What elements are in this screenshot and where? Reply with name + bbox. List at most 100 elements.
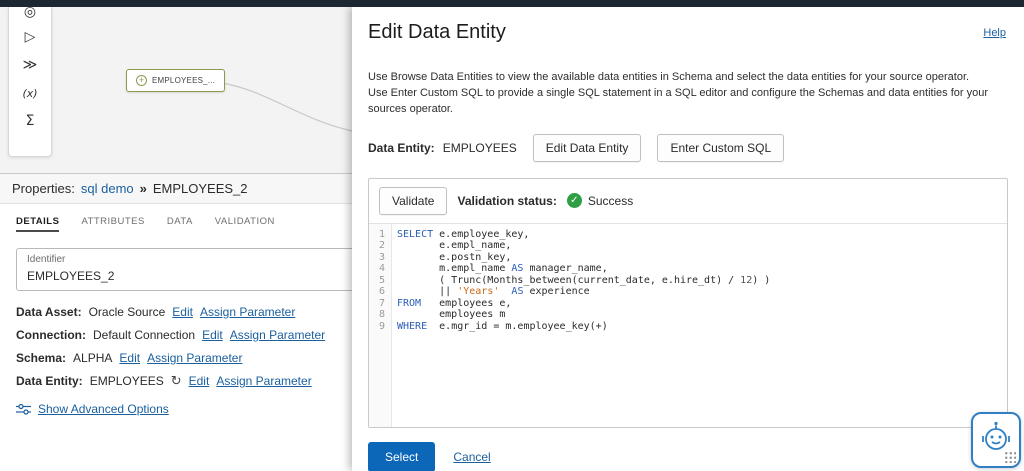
select-button[interactable]: Select: [368, 441, 436, 471]
split-icon[interactable]: ≫: [9, 51, 51, 79]
enter-custom-sql-button[interactable]: Enter Custom SQL: [657, 133, 785, 162]
edit-link[interactable]: Edit: [172, 305, 193, 319]
data-entity-selector-row: Data Entity: EMPLOYEES Edit Data Entity …: [368, 133, 1008, 162]
tab-data[interactable]: DATA: [167, 216, 193, 232]
field-value: Oracle Source: [88, 305, 166, 319]
assign-parameter-link[interactable]: Assign Parameter: [230, 328, 325, 342]
data-entity-value: EMPLOYEES: [442, 140, 517, 155]
operator-palette: ◎ ▷ ≫ (x) Σ: [8, 7, 52, 157]
tab-attributes[interactable]: ATTRIBUTES: [81, 216, 144, 232]
sql-line: 3 e.postn_key,: [369, 252, 1007, 264]
schema-row: Schema: ALPHA Edit Assign Parameter: [0, 351, 352, 365]
properties-title: Properties:: [12, 181, 75, 196]
properties-tabs: DETAILS ATTRIBUTES DATA VALIDATION: [0, 204, 352, 240]
tab-validation[interactable]: VALIDATION: [215, 216, 275, 232]
help-link[interactable]: Help: [983, 27, 1006, 39]
data-entity-label: Data Entity:: [368, 140, 435, 155]
assistant-fab[interactable]: [971, 412, 1021, 468]
assign-parameter-link[interactable]: Assign Parameter: [200, 305, 295, 319]
line-number: 6: [378, 286, 385, 298]
data-entity-row: Data Entity: EMPLOYEES ↻ Edit Assign Par…: [0, 374, 352, 388]
sliders-icon: [16, 403, 31, 415]
validate-button[interactable]: Validate: [379, 186, 448, 215]
field-value: EMPLOYEES: [89, 374, 164, 388]
cancel-link[interactable]: Cancel: [453, 450, 490, 464]
sql-code: m.empl_name AS manager_name,: [397, 263, 608, 275]
expression-icon[interactable]: (x): [9, 79, 51, 107]
field-label: Data Entity:: [16, 374, 83, 388]
validation-toolbar: Validate Validation status: ✓ Success: [369, 179, 1007, 223]
edit-link[interactable]: Edit: [202, 328, 223, 342]
field-label: Schema:: [16, 351, 67, 365]
properties-panel: Properties: sql demo » EMPLOYEES_2 DETAI…: [0, 173, 386, 471]
sql-code: ( Trunc(Months_between(current_date, e.h…: [397, 274, 771, 286]
sql-code: FROM employees e,: [397, 297, 512, 309]
line-number: 1: [378, 228, 385, 240]
assign-parameter-link[interactable]: Assign Parameter: [216, 374, 311, 388]
sql-code: || 'Years' AS experience: [397, 286, 590, 298]
drag-dots-icon: [1003, 450, 1016, 463]
identifier-label: Identifier: [27, 254, 66, 265]
run-icon[interactable]: ▷: [9, 23, 51, 51]
drawer-footer: Select Cancel: [368, 441, 1008, 471]
breadcrumb-node: EMPLOYEES_2: [152, 181, 248, 196]
identifier-value: EMPLOYEES_2: [27, 269, 115, 283]
line-number: 4: [378, 263, 385, 275]
line-number: 2: [378, 240, 385, 252]
aggregate-icon[interactable]: Σ: [9, 107, 51, 135]
properties-header: Properties: sql demo » EMPLOYEES_2: [0, 174, 352, 204]
sql-line: 8 employees m: [369, 309, 1007, 321]
sql-line: 7 FROM employees e,: [369, 298, 1007, 310]
tab-details[interactable]: DETAILS: [16, 216, 60, 232]
data-asset-row: Data Asset: Oracle Source Edit Assign Pa…: [0, 305, 352, 319]
sql-code: e.postn_key,: [397, 251, 512, 263]
field-label: Data Asset:: [16, 305, 82, 319]
sql-code: SELECT e.employee_key,: [397, 228, 530, 240]
connection-row: Connection: Default Connection Edit Assi…: [0, 328, 352, 342]
description-line: Use Enter Custom SQL to provide a single…: [368, 86, 989, 115]
line-number: 9: [378, 320, 385, 332]
field-value: ALPHA: [73, 351, 113, 365]
line-number: 8: [378, 309, 385, 321]
plus-circle-icon: +: [136, 75, 147, 86]
app-root: ◎ ▷ ≫ (x) Σ + EMPLOYEES_... Properties: …: [0, 0, 1024, 471]
sql-line: 5 ( Trunc(Months_between(current_date, e…: [369, 275, 1007, 287]
edit-data-entity-button[interactable]: Edit Data Entity: [532, 133, 642, 162]
description-line: Use Browse Data Entities to view the ava…: [368, 71, 970, 83]
breadcrumb-separator-icon: »: [139, 181, 147, 196]
entity-node-label: EMPLOYEES_...: [152, 76, 216, 85]
sql-editor[interactable]: 1 SELECT e.employee_key, 2 e.empl_name, 3 e…: [369, 222, 1007, 427]
refresh-icon[interactable]: ↻: [171, 375, 182, 388]
validation-status-value: Success: [587, 193, 634, 208]
drawer-title: Edit Data Entity: [368, 21, 506, 43]
edit-link[interactable]: Edit: [119, 351, 140, 365]
sql-code: employees m: [397, 309, 506, 321]
sql-line: 2 e.empl_name,: [369, 240, 1007, 252]
drawer-description: Use Browse Data Entities to view the ava…: [368, 70, 1008, 118]
sql-line: 1 SELECT e.employee_key,: [369, 229, 1007, 241]
line-number: 7: [378, 297, 385, 309]
sql-line: 4 m.empl_name AS manager_name,: [369, 263, 1007, 275]
sql-code: WHERE e.mgr_id = m.employee_key(+): [397, 320, 608, 332]
edit-link[interactable]: Edit: [189, 374, 210, 388]
sql-line: 9 WHERE e.mgr_id = m.employee_key(+): [369, 321, 1007, 333]
edit-data-entity-drawer: Edit Data Entity Help Use Browse Data En…: [352, 7, 1024, 471]
field-label: Connection:: [16, 328, 86, 342]
sql-validation-box: Validate Validation status: ✓ Success 1S…: [368, 177, 1008, 428]
show-advanced-options-link[interactable]: Show Advanced Options: [38, 402, 169, 416]
assign-parameter-link[interactable]: Assign Parameter: [147, 351, 242, 365]
dataflow-canvas[interactable]: ◎ ▷ ≫ (x) Σ + EMPLOYEES_...: [0, 7, 352, 173]
breadcrumb-flow-link[interactable]: sql demo: [81, 181, 134, 196]
success-check-icon: ✓: [566, 193, 582, 209]
robot-icon: [982, 421, 1010, 450]
line-number: 5: [378, 274, 385, 286]
top-bar: [0, 0, 1024, 7]
validation-status-label: Validation status:: [457, 193, 557, 208]
validation-status: ✓ Success: [566, 193, 634, 209]
target-icon[interactable]: ◎: [9, 7, 51, 23]
sql-code: e.empl_name,: [397, 240, 512, 252]
entity-node[interactable]: + EMPLOYEES_...: [126, 69, 226, 92]
advanced-options-row: Show Advanced Options: [0, 397, 352, 421]
identifier-field[interactable]: Identifier EMPLOYEES_2: [16, 248, 386, 291]
sql-line: 6 || 'Years' AS experience: [369, 286, 1007, 298]
